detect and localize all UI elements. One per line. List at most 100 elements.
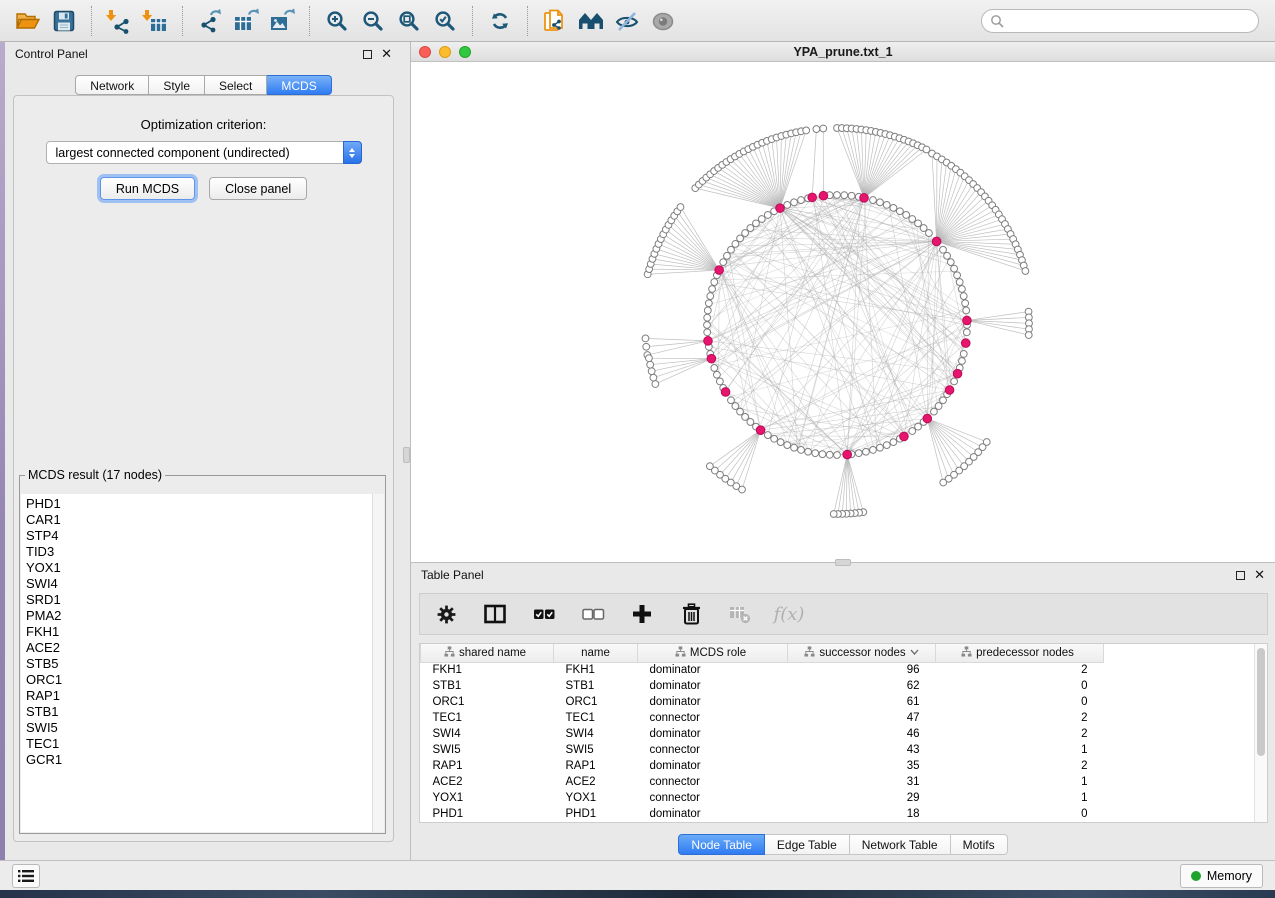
- graph-node[interactable]: [877, 199, 884, 206]
- graph-node[interactable]: [646, 355, 653, 362]
- graph-node[interactable]: [716, 378, 723, 385]
- splitter-grip[interactable]: [403, 447, 410, 463]
- graph-node[interactable]: [771, 435, 778, 442]
- graph-node[interactable]: [747, 419, 754, 426]
- graph-node[interactable]: [909, 216, 916, 223]
- graph-node[interactable]: [830, 511, 837, 518]
- graph-hub-node[interactable]: [961, 339, 970, 348]
- table-row[interactable]: SWI5SWI5connector431: [421, 742, 1255, 758]
- import-table-button[interactable]: [137, 4, 173, 38]
- graph-node[interactable]: [960, 293, 967, 300]
- table-settings-gear-icon[interactable]: [433, 601, 459, 627]
- mcds-list-scrollbar[interactable]: [372, 494, 384, 832]
- close-panel-icon[interactable]: ✕: [381, 49, 392, 59]
- graph-node[interactable]: [652, 381, 659, 388]
- graph-node[interactable]: [737, 408, 744, 415]
- graph-node[interactable]: [753, 220, 760, 227]
- mcds-result-item[interactable]: STB1: [21, 704, 372, 720]
- graph-node[interactable]: [728, 397, 735, 404]
- open-file-button[interactable]: [10, 4, 46, 38]
- optimization-criterion-select[interactable]: largest connected component (undirected): [46, 141, 362, 164]
- refresh-button[interactable]: [482, 4, 518, 38]
- table-row[interactable]: STB1STB1dominator620: [421, 678, 1255, 694]
- graph-node[interactable]: [777, 439, 784, 446]
- mcds-result-item[interactable]: SWI5: [21, 720, 372, 736]
- close-panel-icon[interactable]: ✕: [1254, 570, 1265, 580]
- tab-mcds[interactable]: MCDS: [267, 75, 331, 95]
- graph-node[interactable]: [705, 300, 712, 307]
- graph-node[interactable]: [915, 423, 922, 430]
- export-image-button[interactable]: [264, 4, 300, 38]
- graph-node[interactable]: [737, 235, 744, 242]
- graph-node[interactable]: [959, 286, 966, 293]
- mcds-result-item[interactable]: STP4: [21, 528, 372, 544]
- unselect-all-columns-icon[interactable]: [580, 601, 606, 627]
- graph-node[interactable]: [951, 265, 958, 272]
- save-session-button[interactable]: [46, 4, 82, 38]
- export-table-button[interactable]: [228, 4, 264, 38]
- import-network-button[interactable]: [101, 4, 137, 38]
- graph-node[interactable]: [677, 204, 684, 211]
- graph-node[interactable]: [720, 259, 727, 266]
- tab-node-table[interactable]: Node Table: [678, 834, 765, 855]
- graph-node[interactable]: [1022, 268, 1029, 275]
- mcds-result-item[interactable]: PHD1: [21, 496, 372, 512]
- graph-node[interactable]: [784, 201, 791, 208]
- export-network-button[interactable]: [192, 4, 228, 38]
- graph-node[interactable]: [647, 361, 654, 368]
- table-scrollbar-thumb[interactable]: [1257, 648, 1265, 756]
- task-history-button[interactable]: [12, 864, 40, 888]
- table-row[interactable]: ACE2ACE2connector311: [421, 774, 1255, 790]
- column-header-name[interactable]: name: [554, 644, 638, 662]
- float-panel-icon[interactable]: [363, 50, 372, 59]
- graph-node[interactable]: [742, 414, 749, 421]
- graph-node[interactable]: [951, 378, 958, 385]
- graph-node[interactable]: [890, 439, 897, 446]
- graph-hub-node[interactable]: [721, 388, 730, 397]
- zoom-fit-button[interactable]: [391, 4, 427, 38]
- tab-edge-table[interactable]: Edge Table: [765, 834, 850, 855]
- mcds-result-item[interactable]: GCR1: [21, 752, 372, 768]
- graph-hub-node[interactable]: [843, 450, 852, 459]
- show-columns-icon[interactable]: [482, 601, 508, 627]
- graph-node[interactable]: [926, 230, 933, 237]
- graph-hub-node[interactable]: [953, 369, 962, 378]
- mcds-result-item[interactable]: TEC1: [21, 736, 372, 752]
- mcds-result-item[interactable]: ACE2: [21, 640, 372, 656]
- graph-hub-node[interactable]: [707, 354, 716, 363]
- graph-node[interactable]: [798, 447, 805, 454]
- graph-hub-node[interactable]: [715, 266, 724, 275]
- mcds-result-item[interactable]: ORC1: [21, 672, 372, 688]
- graph-node[interactable]: [643, 343, 650, 350]
- graph-node[interactable]: [704, 307, 711, 314]
- graph-node[interactable]: [724, 252, 731, 259]
- graph-hub-node[interactable]: [932, 237, 941, 246]
- graph-node[interactable]: [954, 272, 961, 279]
- table-row[interactable]: TEC1TEC1connector472: [421, 710, 1255, 726]
- graph-node[interactable]: [848, 192, 855, 199]
- graph-node[interactable]: [819, 451, 826, 458]
- mcds-result-item[interactable]: SRD1: [21, 592, 372, 608]
- graph-hub-node[interactable]: [963, 316, 972, 325]
- graph-node[interactable]: [820, 125, 827, 132]
- graph-node[interactable]: [732, 403, 739, 410]
- graph-node[interactable]: [920, 225, 927, 232]
- graph-node[interactable]: [704, 314, 711, 321]
- graph-node[interactable]: [747, 225, 754, 232]
- graph-node[interactable]: [728, 246, 735, 253]
- graph-node[interactable]: [713, 371, 720, 378]
- graph-node[interactable]: [706, 463, 713, 470]
- zoom-selected-button[interactable]: [427, 4, 463, 38]
- graph-node[interactable]: [956, 279, 963, 286]
- graph-node[interactable]: [704, 329, 711, 336]
- graph-node[interactable]: [834, 192, 841, 199]
- graph-node[interactable]: [935, 403, 942, 410]
- graph-node[interactable]: [764, 212, 771, 219]
- graph-node[interactable]: [959, 358, 966, 365]
- table-row[interactable]: ORC1ORC1dominator610: [421, 694, 1255, 710]
- table-row[interactable]: FKH1FKH1dominator962: [421, 662, 1255, 678]
- select-all-columns-icon[interactable]: [531, 601, 557, 627]
- graph-node[interactable]: [642, 335, 649, 342]
- graph-node[interactable]: [826, 451, 833, 458]
- graph-node[interactable]: [711, 279, 718, 286]
